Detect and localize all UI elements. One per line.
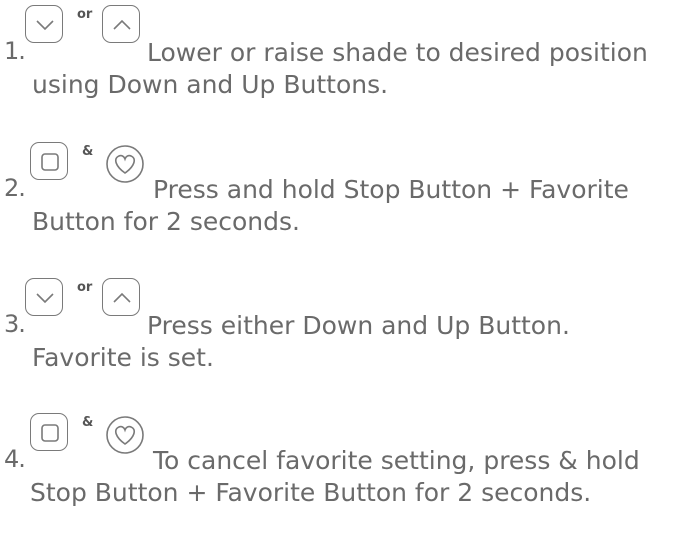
step-text-line1: Press and hold Stop Button + Favorite: [153, 175, 629, 204]
step-text-line2: Button for 2 seconds.: [32, 207, 300, 236]
up-button-icon: [102, 278, 140, 316]
connector-label: or: [77, 280, 93, 295]
step-text-line1: Lower or raise shade to desired position: [147, 38, 648, 67]
connector-label: &: [82, 144, 94, 159]
step-number: 4.: [4, 445, 26, 473]
connector-label: &: [82, 415, 94, 430]
up-button-icon: [102, 5, 140, 43]
step-3: 3. or Press either Down and Up Button. F…: [0, 278, 683, 372]
step-text-line2: Stop Button + Favorite Button for 2 seco…: [30, 478, 592, 507]
down-button-icon: [25, 278, 63, 316]
step-number: 3.: [4, 310, 26, 338]
down-button-icon: [25, 5, 63, 43]
step-4: 4. & To cancel favorite setting, press &…: [0, 413, 683, 507]
step-text-line2: using Down and Up Buttons.: [32, 70, 389, 99]
step-2: 2. & Press and hold Stop Button + Favori…: [0, 142, 683, 236]
step-text-line2: Favorite is set.: [32, 343, 214, 372]
connector-label: or: [77, 7, 93, 22]
stop-button-icon: [30, 142, 68, 180]
favorite-heart-icon: [106, 145, 144, 183]
step-text-line1: Press either Down and Up Button.: [147, 311, 570, 340]
step-1: 1. or Lower or raise shade to desired po…: [0, 5, 683, 99]
step-text-line1: To cancel favorite setting, press & hold: [153, 446, 640, 475]
favorite-heart-icon: [106, 416, 144, 454]
stop-button-icon: [30, 413, 68, 451]
step-number: 1.: [4, 37, 26, 65]
step-number: 2.: [4, 174, 26, 202]
